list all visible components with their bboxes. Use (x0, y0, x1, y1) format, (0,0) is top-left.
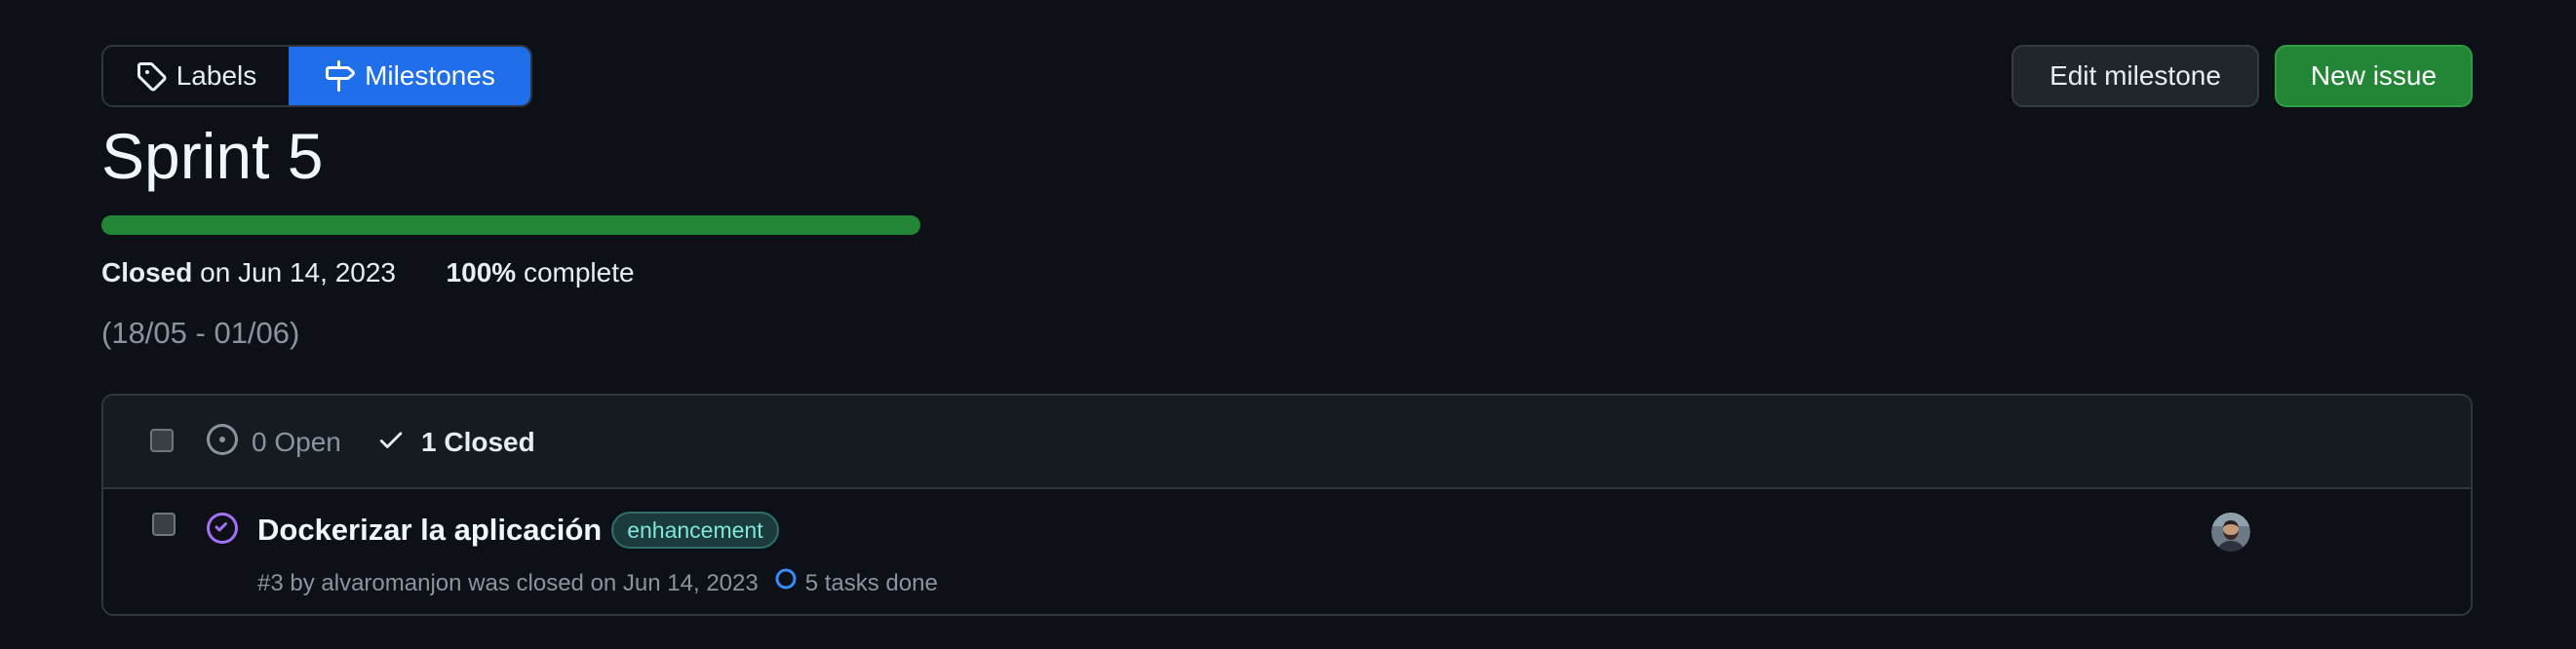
tasks-done-label: 5 tasks done (804, 569, 938, 596)
issue-label-badge[interactable]: enhancement (611, 512, 779, 549)
issue-opened-icon (207, 423, 238, 462)
milestones-tab-label: Milestones (365, 60, 495, 91)
task-progress: 5 tasks done (774, 567, 938, 599)
issue-checkbox[interactable] (152, 513, 176, 536)
milestone-progress-bar (101, 215, 920, 235)
labels-tab[interactable]: Labels (103, 47, 289, 105)
milestone-description: (18/05 - 01/06) (101, 316, 300, 350)
completion-percent: 100% (446, 257, 517, 287)
closed-status: Closed (101, 257, 193, 287)
issues-list-header: 0 Open 1 Closed (103, 396, 2471, 489)
issue-author-link[interactable]: alvaromanjon (321, 568, 461, 599)
progress-ring-icon (774, 567, 798, 599)
issue-number: #3 (257, 569, 284, 596)
issue-by: by (290, 569, 315, 596)
milestone-title: Sprint 5 (101, 120, 324, 192)
closed-date: on Jun 14, 2023 (200, 257, 396, 287)
labels-milestones-switch: Labels Milestones (101, 45, 532, 107)
select-all-checkbox[interactable] (150, 429, 174, 452)
open-count-label: 0 Open (252, 427, 341, 457)
open-issues-filter[interactable]: 0 Open (207, 423, 341, 462)
issues-list: 0 Open 1 Closed Dockerizar la aplicación… (101, 394, 2473, 616)
issue-closed-text: was closed on Jun 14, 2023 (468, 569, 759, 596)
milestone-meta: Closed on Jun 14, 2023 100% complete (101, 255, 635, 290)
milestone-signpost-icon (324, 60, 355, 92)
check-icon (376, 425, 406, 461)
tag-icon (136, 60, 167, 92)
issue-row: Dockerizar la aplicación enhancement #3 … (103, 489, 2471, 614)
labels-tab-label: Labels (176, 60, 257, 91)
assignee-avatar[interactable] (2211, 513, 2250, 552)
edit-milestone-button[interactable]: Edit milestone (2011, 45, 2259, 107)
closed-count-label: 1 Closed (421, 427, 535, 457)
completion-word: complete (523, 257, 635, 287)
issue-title-line: Dockerizar la aplicación enhancement (257, 511, 779, 550)
issue-meta: #3 by alvaromanjon was closed on Jun 14,… (257, 567, 938, 599)
milestones-tab[interactable]: Milestones (289, 47, 530, 105)
issue-title-link[interactable]: Dockerizar la aplicación (257, 511, 602, 550)
progress-bar-fill (101, 215, 920, 235)
new-issue-button[interactable]: New issue (2275, 45, 2473, 107)
closed-issues-filter[interactable]: 1 Closed (376, 423, 535, 462)
issue-closed-icon (207, 513, 238, 549)
